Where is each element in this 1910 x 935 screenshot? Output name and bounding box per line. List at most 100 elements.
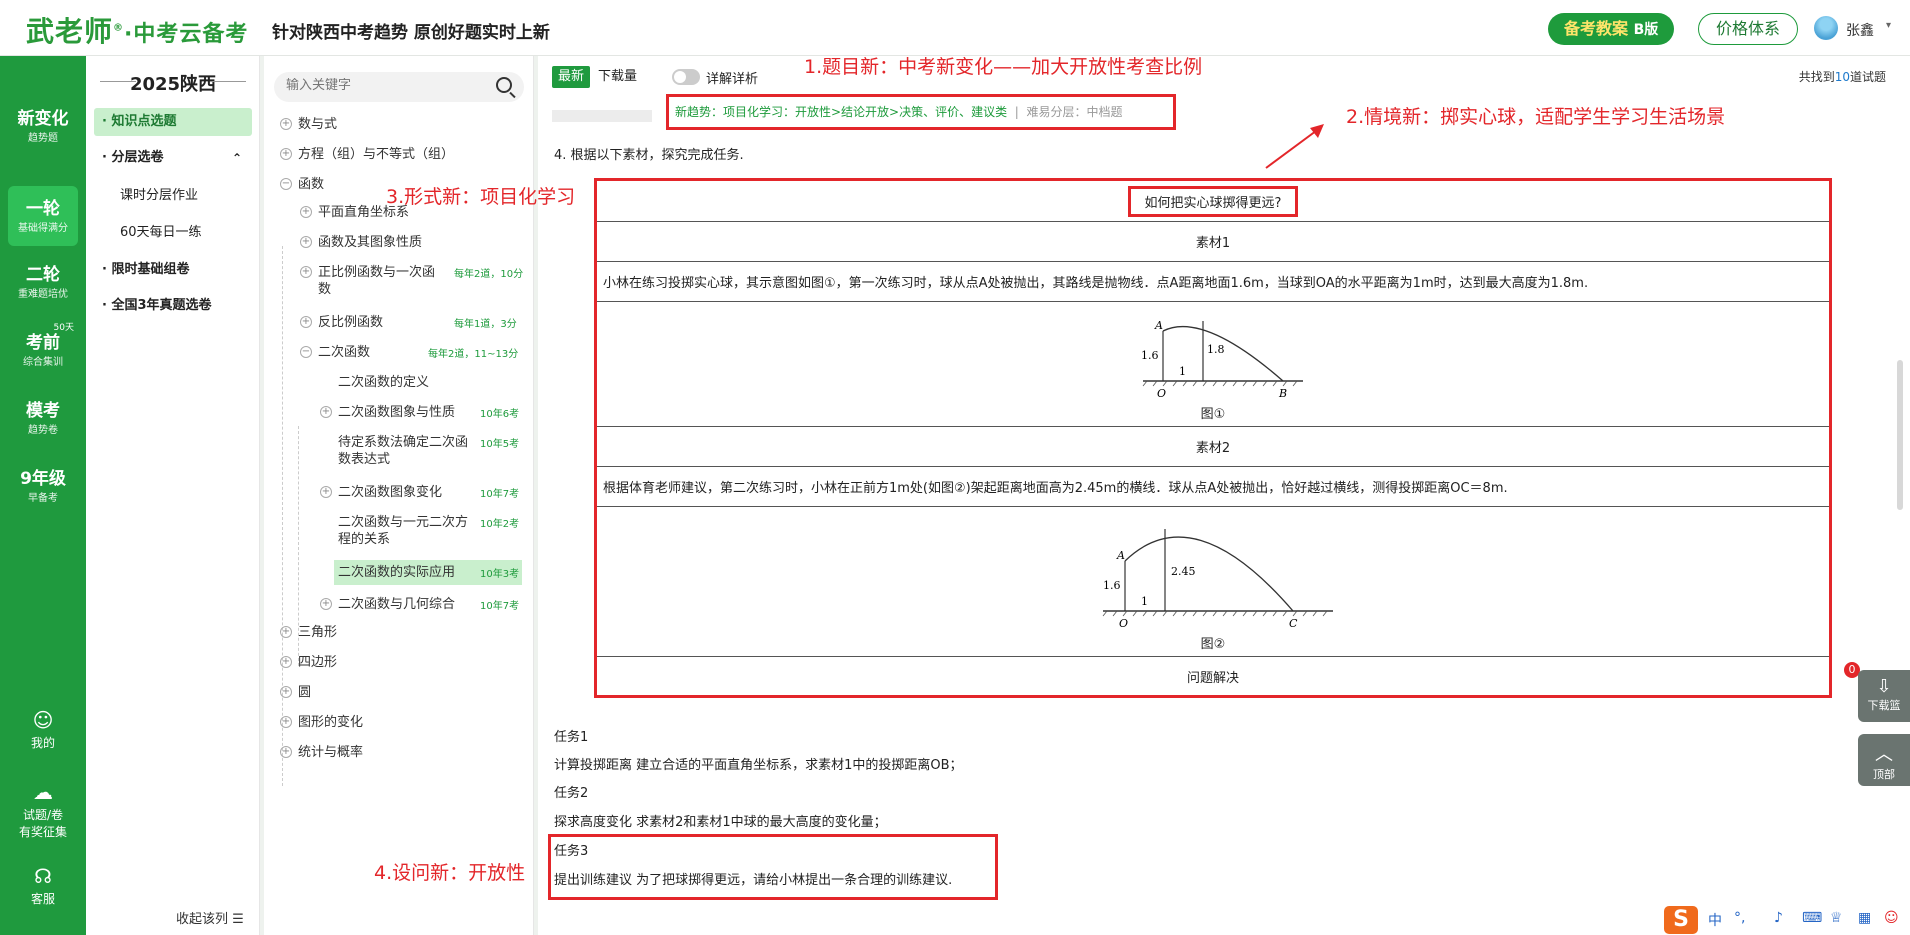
keyboard-icon[interactable]: ⌨ xyxy=(1802,910,1822,926)
col2-item-timed[interactable]: · 限时基础组卷 xyxy=(94,256,252,284)
annotation-1: 1.题目新：中考新变化——加大开放性考查比例 xyxy=(804,56,1203,78)
tree-node-linear[interactable]: + 正比例函数与一次函数 每年2道，10分 xyxy=(300,264,523,298)
tree-node-equations[interactable]: + 方程（组）与不等式（组） xyxy=(280,146,454,163)
search-input[interactable] xyxy=(286,78,486,93)
tree-node-label: 二次函数与一元二次方 xyxy=(338,515,469,530)
search-icon[interactable] xyxy=(496,77,512,93)
col2-item-national[interactable]: · 全国3年真题选卷 xyxy=(94,292,252,320)
back-to-top-button[interactable]: ︿ 顶部 xyxy=(1858,734,1910,786)
chevron-down-icon[interactable]: ▾ xyxy=(1886,20,1891,31)
nav-mine[interactable]: ☺ 我的 xyxy=(0,708,86,751)
avatar[interactable] xyxy=(1814,16,1838,40)
tree-node-label: 二次函数 xyxy=(318,345,371,360)
expand-icon[interactable]: + xyxy=(280,148,292,160)
task2-title: 任务2 xyxy=(554,786,589,801)
tree-node-quad-geometry[interactable]: + 二次函数与几何综合 10年7考 xyxy=(320,596,519,613)
expand-icon[interactable]: + xyxy=(320,598,332,610)
scrollbar[interactable] xyxy=(1897,360,1903,510)
tree-node-numbers[interactable]: + 数与式 xyxy=(280,116,337,133)
price-button[interactable]: 价格体系 xyxy=(1698,13,1798,45)
headset-icon: ☊ xyxy=(34,864,52,888)
tab-latest[interactable]: 最新 xyxy=(552,66,590,88)
shirt-icon[interactable]: ♕ xyxy=(1830,910,1843,926)
col2-item-daily[interactable]: 60天每日一练 xyxy=(94,219,252,247)
expand-icon[interactable]: + xyxy=(300,236,312,248)
col2-item-homework[interactable]: 课时分层作业 xyxy=(94,182,252,210)
tree-node-quad-graph[interactable]: + 二次函数图象与性质 10年6考 xyxy=(320,404,520,421)
tree-node-transform[interactable]: + 图形的变化 xyxy=(280,714,363,731)
col2-item-layered[interactable]: · 分层选卷 ⌃ xyxy=(94,144,252,172)
expand-icon[interactable]: + xyxy=(280,746,292,758)
tree-node-quadratic[interactable]: − 二次函数 每年2道，11~13分 xyxy=(300,344,518,361)
tree-node-statistics[interactable]: + 统计与概率 xyxy=(280,744,363,761)
annotation-3: 3.形式新：项目化学习 xyxy=(386,186,576,208)
collapse-icon[interactable]: − xyxy=(280,178,292,190)
nav-title: 一轮 xyxy=(26,199,60,219)
tree-node-functions[interactable]: − 函数 xyxy=(280,176,324,193)
task3-title: 任务3 xyxy=(554,844,589,859)
nav-submit-line1: 试题/卷 xyxy=(22,808,64,822)
ime-lang[interactable]: 中 xyxy=(1708,910,1722,930)
annotation-4: 4.设问新：开放性 xyxy=(374,862,526,884)
detail-toggle[interactable] xyxy=(672,69,700,85)
result-count: 共找到10道试题 xyxy=(1799,68,1886,85)
nav-sub: 重难题培优 xyxy=(18,289,68,300)
nav-submit[interactable]: ☁ 试题/卷 有奖征集 xyxy=(0,780,86,840)
tree-node-quad-equation[interactable]: 二次函数与一元二次方 程的关系 10年2考 xyxy=(338,514,519,548)
user-name[interactable]: 张鑫 xyxy=(1846,20,1874,40)
tree-node-quad-application[interactable]: 二次函数的实际应用 10年3考 xyxy=(334,560,522,585)
tree-node-meta: 每年1道，3分 xyxy=(454,319,517,330)
tree-node-meta: 10年6考 xyxy=(480,409,520,420)
trend-box: 新趋势：项目化学习：开放性>结论开放>决策、评价、建议类 | 难易分层：中档题 xyxy=(666,94,1176,130)
expand-icon[interactable]: + xyxy=(320,406,332,418)
tree-node-triangle[interactable]: + 三角形 xyxy=(280,624,337,641)
ime-logo[interactable]: S xyxy=(1664,906,1698,934)
nav-item-round-one[interactable]: 一轮 基础得满分 xyxy=(8,186,78,246)
nav-sub: 趋势卷 xyxy=(28,425,58,436)
material2-title: 素材2 xyxy=(595,426,1831,467)
expand-icon[interactable]: + xyxy=(300,206,312,218)
nav-item-round-two[interactable]: 二轮 重难题培优 xyxy=(8,252,78,312)
tree-node-inverse[interactable]: + 反比例函数 每年1道，3分 xyxy=(300,314,518,331)
tree-node-meta: 10年7考 xyxy=(480,489,520,500)
menu-icon: ☰ xyxy=(232,912,244,927)
grid-icon[interactable]: ▦ xyxy=(1858,910,1871,926)
tree-node-label: 二次函数图象变化 xyxy=(338,485,443,500)
expand-icon[interactable]: + xyxy=(280,656,292,668)
task3-text: 提出训练建议 为了把球掷得更远，请给小林提出一条合理的训练建议. xyxy=(554,873,953,888)
ime-toolbar: S 中 °, ♪ ⌨ ♕ ▦ ☺ xyxy=(1662,904,1910,935)
expand-icon[interactable]: + xyxy=(300,266,312,278)
logo[interactable]: 武老师®·中考云备考 xyxy=(26,10,248,50)
tree-node-circle[interactable]: + 圆 xyxy=(280,684,311,701)
collapse-icon[interactable]: − xyxy=(300,346,312,358)
collapse-column-button[interactable]: 收起该列 ☰ xyxy=(176,908,244,927)
expand-icon[interactable]: + xyxy=(300,316,312,328)
fig2-label-c: C xyxy=(1289,617,1298,630)
nav-item-pre-exam[interactable]: 50天 考前 综合集训 xyxy=(8,320,78,380)
nav-item-grade-nine[interactable]: 9年级 早备考 xyxy=(8,456,78,516)
tab-download-count[interactable]: 下载量 xyxy=(598,66,637,88)
tree-node-quadrilateral[interactable]: + 四边形 xyxy=(280,654,337,671)
tree-node-quad-undetermined[interactable]: 待定系数法确定二次函 数表达式 10年5考 xyxy=(338,434,519,468)
search-box xyxy=(274,72,524,102)
expand-icon[interactable]: + xyxy=(280,686,292,698)
nav-item-mock[interactable]: 模考 趋势卷 xyxy=(8,388,78,448)
ime-punct[interactable]: °, xyxy=(1734,910,1745,926)
question-intro: 4. 根据以下素材，探究完成任务. xyxy=(554,148,744,163)
nav-item-new-change[interactable]: 新变化 趋势题 xyxy=(8,96,78,156)
nav-service-label: 客服 xyxy=(30,892,55,906)
tree-node-function-graph[interactable]: + 函数及其图象性质 xyxy=(300,234,422,251)
nav-service[interactable]: ☊ 客服 xyxy=(0,864,86,907)
expand-icon[interactable]: + xyxy=(280,716,292,728)
tree-node-quad-definition[interactable]: 二次函数的定义 xyxy=(338,374,429,391)
download-basket-button[interactable]: ⇩ 下载篮 xyxy=(1858,670,1910,722)
mic-icon[interactable]: ♪ xyxy=(1774,910,1783,926)
plan-button[interactable]: 备考教案 B版 xyxy=(1548,13,1675,45)
material2-text: 根据体育老师建议，第二次练习时，小林在正前方1m处(如图②)架起距离地面高为2.… xyxy=(595,466,1831,507)
tree-node-quad-transform[interactable]: + 二次函数图象变化 10年7考 xyxy=(320,484,520,501)
col2-item-knowledge[interactable]: · 知识点选题 xyxy=(94,108,252,136)
expand-icon[interactable]: + xyxy=(320,486,332,498)
smile-icon[interactable]: ☺ xyxy=(1884,910,1899,926)
expand-icon[interactable]: + xyxy=(280,626,292,638)
expand-icon[interactable]: + xyxy=(280,118,292,130)
